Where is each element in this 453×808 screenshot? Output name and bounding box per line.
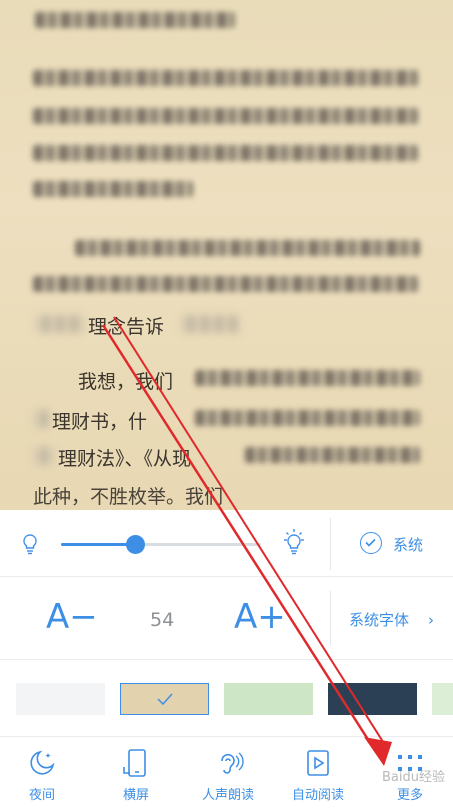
divider <box>330 518 331 570</box>
blurred-text-line <box>33 181 193 197</box>
blurred-text-line <box>33 108 418 124</box>
blurred-text-line <box>35 12 235 28</box>
checkmark-icon <box>157 693 173 706</box>
blurred-text-line <box>33 70 418 86</box>
blurred-text-line <box>75 240 420 256</box>
night-mode-label: 夜间 <box>28 788 55 803</box>
auto-read-button[interactable]: 自动阅读 <box>276 737 360 808</box>
brightness-row: 系统 <box>0 510 453 576</box>
blurred-text-line <box>195 370 420 386</box>
bulb-bright-icon <box>284 529 304 555</box>
theme-swatch-parchment[interactable] <box>120 683 209 715</box>
reading-settings-panel: 系统 A− 54 A+ 系统字体 › 夜间 横屏 人声朗读 自动阅读 更多 <box>0 510 453 808</box>
font-size-value: 54 <box>150 609 175 631</box>
blurred-text-block <box>33 447 55 465</box>
voice-read-button[interactable]: 人声朗读 <box>186 737 270 808</box>
landscape-label: 横屏 <box>122 788 149 803</box>
watermark: Baidu经验 <box>382 770 445 785</box>
theme-swatch-pale-green[interactable] <box>432 683 453 715</box>
brightness-slider[interactable] <box>61 535 261 554</box>
blurred-text-line <box>33 145 418 161</box>
play-icon <box>307 750 329 776</box>
blurred-text-block <box>35 315 85 333</box>
theme-swatch-navy[interactable] <box>328 683 417 715</box>
page-text-fragment: 我想，我们 <box>78 371 174 393</box>
auto-read-label: 自动阅读 <box>291 788 344 803</box>
landscape-button[interactable]: 横屏 <box>94 737 178 808</box>
voice-read-label: 人声朗读 <box>201 788 254 803</box>
font-row: A− 54 A+ 系统字体 › <box>0 577 453 659</box>
blurred-text-line <box>33 276 418 292</box>
chevron-right-icon: › <box>428 611 434 629</box>
page-text-fragment: 此种，不胜枚举。我们 <box>33 486 224 508</box>
more-label: 更多 <box>396 788 423 803</box>
theme-swatch-white[interactable] <box>16 683 105 715</box>
font-family-label: 系统字体 <box>349 611 410 629</box>
follow-system-label: 系统 <box>393 536 424 554</box>
bulb-dim-icon <box>23 534 37 555</box>
divider <box>330 591 331 645</box>
page-text-fragment: 理财法》、《从现 <box>58 448 192 470</box>
font-decrease-button[interactable]: A− <box>46 597 98 637</box>
brightness-slider-knob[interactable] <box>126 535 145 554</box>
reading-page[interactable]: 理念告诉 我想，我们 理财书，什 理财法》、《从现 此种，不胜枚举。我们 <box>0 0 453 510</box>
page-text-fragment: 理念告诉 <box>88 316 165 338</box>
page-text-fragment: 理财书，什 <box>52 411 148 433</box>
night-mode-button[interactable]: 夜间 <box>0 737 84 808</box>
font-increase-button[interactable]: A+ <box>234 597 286 637</box>
voice-read-icon <box>221 752 244 774</box>
blurred-text-line <box>195 410 420 426</box>
rotate-phone-icon <box>123 749 146 777</box>
check-circle-icon <box>360 532 382 554</box>
blurred-text-block <box>180 315 240 333</box>
theme-row <box>0 660 453 736</box>
blurred-text-block <box>33 410 51 428</box>
blurred-text-line <box>245 447 420 463</box>
brightness-slider-fill <box>61 543 135 546</box>
moon-icon <box>30 750 55 775</box>
theme-swatch-green[interactable] <box>224 683 313 715</box>
